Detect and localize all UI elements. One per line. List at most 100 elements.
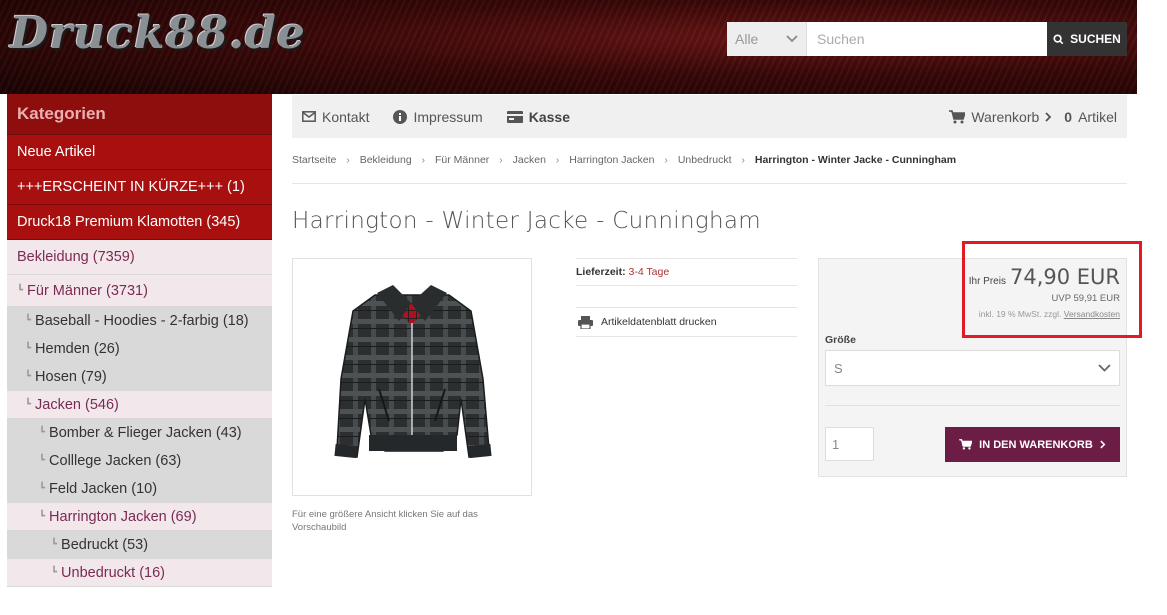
tree-branch-icon: ┗	[39, 427, 46, 438]
sidebar-item-hemden[interactable]: ┗ Hemden (26)	[7, 335, 272, 363]
sidebar-item-label: Unbedruckt (16)	[61, 564, 165, 581]
chevron-right-icon: ›	[499, 154, 503, 166]
sidebar-item-label: Colllege Jacken (63)	[49, 452, 182, 469]
sidebar-item-baseball[interactable]: ┗ Baseball - Hoodies - 2-farbig (18)	[7, 307, 272, 335]
cart-unit: Artikel	[1078, 108, 1117, 125]
tree-branch-icon: ┗	[51, 539, 58, 550]
sidebar-item-bomber[interactable]: ┗ Bomber & Flieger Jacken (43)	[7, 419, 272, 447]
nav-kasse[interactable]: Kasse	[506, 109, 570, 125]
nav-warenkorb-label: Warenkorb	[971, 108, 1040, 125]
search-button-label: SUCHEN	[1070, 32, 1121, 46]
chevron-right-icon	[1045, 111, 1052, 122]
printer-icon	[578, 315, 593, 329]
sidebar-item-label: Bomber & Flieger Jacken (43)	[49, 424, 242, 441]
info-icon	[393, 109, 408, 124]
site-header: Druck88.de Alle Suchen SUCHEN	[0, 0, 1137, 94]
chevron-down-icon	[1098, 364, 1111, 372]
search-input[interactable]: Suchen	[807, 22, 1047, 56]
add-to-cart-button[interactable]: IN DEN WARENKORB	[945, 427, 1120, 462]
nav-kontakt[interactable]: Kontakt	[302, 109, 369, 125]
chevron-right-icon	[1100, 440, 1106, 449]
search-scope-label: Alle	[735, 31, 759, 47]
sidebar-heading: Kategorien	[7, 94, 272, 135]
site-logo[interactable]: Druck88.de	[10, 8, 306, 59]
sidebar-item-jacken[interactable]: ┗ Jacken (546)	[7, 391, 272, 419]
tree-branch-icon: ┗	[25, 399, 32, 410]
add-to-cart-label: IN DEN WARENKORB	[979, 438, 1093, 451]
chevron-right-icon: ›	[421, 154, 426, 166]
chevron-right-icon: ›	[346, 154, 350, 166]
chevron-right-icon: ›	[741, 154, 745, 166]
sidebar-item-hosen[interactable]: ┗ Hosen (79)	[7, 363, 272, 391]
tree-branch-icon: ┗	[17, 285, 24, 296]
breadcrumb-item[interactable]: Harrington Jacken	[569, 154, 654, 166]
image-hint: Für eine größere Ansicht klicken Sie auf…	[292, 509, 478, 533]
tree-branch-icon: ┗	[39, 511, 46, 522]
search-bar: Alle Suchen SUCHEN	[727, 22, 1127, 56]
shopping-cart-icon	[949, 109, 966, 123]
breadcrumb-item[interactable]: Unbedruckt	[678, 154, 732, 166]
size-value: S	[834, 360, 843, 376]
product-title: Harrington - Winter Jacke - Cunningham	[292, 208, 761, 234]
sidebar-item-feld[interactable]: ┗ Feld Jacken (10)	[7, 475, 272, 503]
breadcrumb: Startseite › Bekleidung › Für Männer › Jack…	[292, 154, 1127, 166]
sidebar-item-maenner[interactable]: ┗ Für Männer (3731)	[7, 275, 272, 307]
sidebar-item-label: Für Männer (3731)	[27, 282, 148, 299]
search-scope-select[interactable]: Alle	[727, 22, 807, 56]
sidebar-item-label: Jacken (546)	[35, 396, 119, 413]
breadcrumb-item[interactable]: Startseite	[292, 154, 336, 166]
top-navigation: Kontakt Impressum Kasse Warenkorb 0 Arti…	[292, 95, 1127, 138]
delivery-info: Lieferzeit: 3-4 Tage	[576, 258, 797, 286]
divider	[292, 183, 1127, 184]
delivery-label: Lieferzeit:	[576, 266, 626, 278]
sidebar-item-neue-artikel[interactable]: Neue Artikel	[7, 135, 272, 170]
cart-count: 0	[1064, 108, 1073, 125]
price-highlight-box	[962, 241, 1142, 338]
delivery-value: 3-4 Tage	[628, 266, 670, 278]
breadcrumb-item[interactable]: Bekleidung	[360, 154, 412, 166]
nav-impressum[interactable]: Impressum	[393, 108, 483, 125]
sidebar-item-harrington[interactable]: ┗ Harrington Jacken (69)	[7, 503, 272, 531]
sidebar-item-label: Baseball - Hoodies - 2-farbig (18)	[35, 312, 249, 329]
sidebar-item-bedruckt[interactable]: ┗ Bedruckt (53)	[7, 531, 272, 559]
category-sidebar: Kategorien Neue Artikel +++ERSCHEINT IN …	[7, 94, 272, 587]
nav-kontakt-label: Kontakt	[322, 108, 370, 125]
tree-branch-icon: ┗	[25, 343, 32, 354]
jacket-image	[334, 285, 492, 459]
datasheet-label: Artikeldatenblatt drucken	[601, 316, 717, 328]
sidebar-item-label: Hemden (26)	[35, 340, 120, 357]
nav-impressum-label: Impressum	[413, 108, 483, 125]
tree-branch-icon: ┗	[25, 315, 32, 326]
breadcrumb-item[interactable]: Jacken	[513, 154, 546, 166]
sidebar-item-label: Harrington Jacken (69)	[49, 508, 197, 525]
divider	[825, 405, 1120, 406]
search-icon	[1053, 33, 1064, 44]
product-image[interactable]	[292, 258, 532, 496]
sidebar-item-college[interactable]: ┗ Colllege Jacken (63)	[7, 447, 272, 475]
sidebar-item-unbedruckt[interactable]: ┗ Unbedruckt (16)	[7, 559, 272, 587]
nav-warenkorb[interactable]: Warenkorb 0 Artikel	[949, 109, 1127, 125]
sidebar-item-bekleidung[interactable]: Bekleidung (7359)	[7, 240, 272, 275]
sidebar-item-label: Feld Jacken (10)	[49, 480, 158, 497]
breadcrumb-current: Harrington - Winter Jacke - Cunningham	[754, 154, 957, 166]
search-button[interactable]: SUCHEN	[1047, 22, 1127, 56]
size-select[interactable]: S	[825, 350, 1120, 386]
envelope-icon	[302, 111, 316, 122]
tree-branch-icon: ┗	[39, 455, 46, 466]
sidebar-item-erscheint[interactable]: +++ERSCHEINT IN KÜRZE+++ (1)	[7, 170, 272, 205]
sidebar-item-label: Hosen (79)	[35, 368, 107, 385]
search-placeholder: Suchen	[817, 31, 865, 47]
quantity-input[interactable]: 1	[825, 427, 874, 461]
sidebar-item-label: Bedruckt (53)	[61, 536, 149, 553]
shopping-cart-icon	[959, 439, 973, 450]
chevron-right-icon: ›	[555, 154, 560, 166]
tree-branch-icon: ┗	[25, 371, 32, 382]
chevron-right-icon: ›	[664, 154, 668, 166]
breadcrumb-item[interactable]: Für Männer	[435, 154, 489, 166]
sidebar-item-druck18[interactable]: Druck18 Premium Klamotten (345)	[7, 205, 272, 240]
size-label: Größe	[825, 334, 856, 346]
credit-card-icon	[506, 110, 523, 123]
tree-branch-icon: ┗	[39, 483, 46, 494]
datasheet-print-link[interactable]: Artikeldatenblatt drucken	[576, 307, 797, 337]
tree-branch-icon: ┗	[51, 567, 58, 578]
